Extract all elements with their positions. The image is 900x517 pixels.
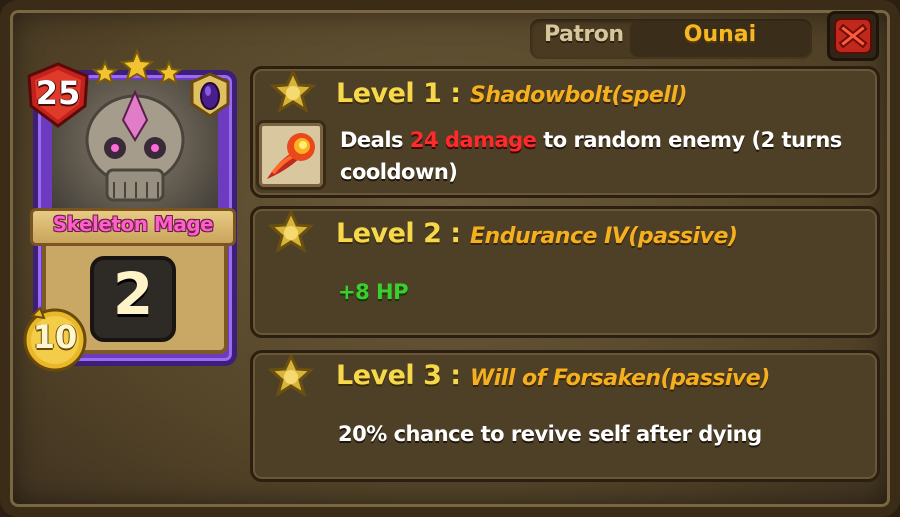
close-button[interactable] bbox=[827, 11, 879, 61]
star-icon bbox=[155, 59, 183, 86]
damage-value: 24 damage bbox=[409, 128, 537, 152]
level-3-ability: Will of Forsaken(passive) bbox=[470, 366, 770, 391]
card-level: 25 bbox=[35, 74, 81, 112]
card-name: Skeleton Mage bbox=[52, 212, 214, 236]
level-3-description: 20% chance to revive self after dying bbox=[338, 422, 762, 446]
star-icon bbox=[268, 210, 314, 254]
level-1-desc-prefix: Deals bbox=[340, 128, 410, 152]
level-1-description: Deals 24 damage to random enemy (2 turns… bbox=[340, 124, 860, 188]
spell-icon-box bbox=[256, 120, 326, 190]
level-1-ability: Shadowbolt(spell) bbox=[470, 83, 687, 108]
star-icon bbox=[270, 70, 316, 114]
star-icon bbox=[119, 48, 155, 83]
level-3-title: Level 3 : bbox=[336, 360, 461, 391]
rating-stars bbox=[91, 48, 183, 86]
close-x-icon bbox=[834, 18, 872, 54]
level-2-ability: Endurance IV(passive) bbox=[470, 224, 738, 249]
level-2-title: Level 2 : bbox=[336, 218, 461, 249]
fireball-icon bbox=[267, 133, 315, 179]
patron-label: Patron bbox=[544, 22, 624, 47]
card-cost: 2 bbox=[112, 260, 154, 328]
level-2-description: +8 HP bbox=[338, 280, 409, 304]
level-1-desc-suffix: to random enemy (2 turns bbox=[536, 128, 842, 152]
level-1-desc-line2: cooldown) bbox=[340, 160, 458, 184]
patron-name: Ounai bbox=[683, 22, 757, 47]
card-coin-value: 10 bbox=[32, 318, 78, 356]
star-icon bbox=[91, 59, 119, 86]
star-icon bbox=[268, 354, 314, 398]
purple-gem-icon bbox=[190, 72, 230, 118]
level-1-title: Level 1 : bbox=[336, 78, 461, 109]
